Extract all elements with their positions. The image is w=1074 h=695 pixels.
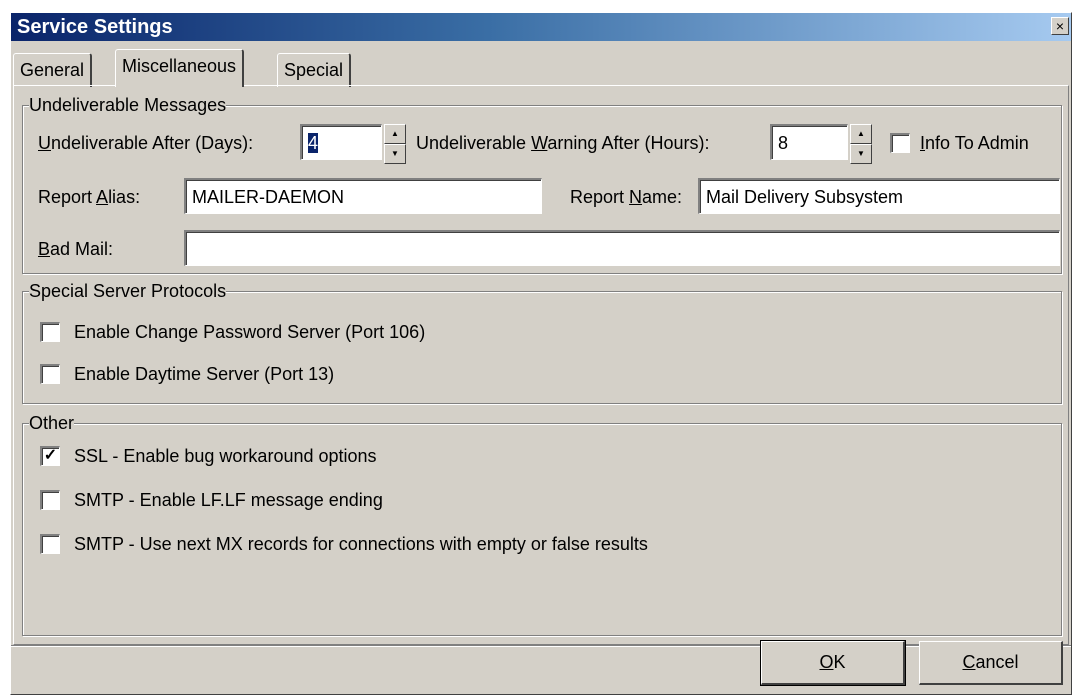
report-name-input[interactable]: Mail Delivery Subsystem — [698, 178, 1060, 214]
change-password-server-checkbox[interactable] — [40, 322, 60, 342]
tab-special[interactable]: Special — [277, 53, 352, 87]
ssl-bug-workaround-label: SSL - Enable bug workaround options — [74, 446, 377, 466]
spin-up-icon[interactable]: ▲ — [850, 124, 872, 144]
miscellaneous-panel: Undeliverable Messages Undeliverable Aft… — [13, 85, 1069, 645]
tab-miscellaneous-label: Miscellaneous — [122, 56, 237, 76]
special-server-protocols-group: Special Server Protocols — [22, 282, 1062, 404]
bad-mail-input[interactable] — [184, 230, 1060, 266]
tab-general[interactable]: General — [13, 53, 93, 87]
close-icon: × — [1055, 18, 1065, 34]
change-password-server-label: Enable Change Password Server (Port 106) — [74, 322, 426, 342]
info-to-admin-checkbox[interactable] — [890, 133, 910, 153]
report-alias-value: MAILER-DAEMON — [192, 187, 345, 207]
undeliverable-warning-label: Undeliverable Warning After (Hours): — [416, 133, 710, 153]
close-button[interactable]: × — [1051, 17, 1069, 35]
info-to-admin-label: Info To Admin — [920, 133, 1029, 153]
smtp-next-mx-label: SMTP - Use next MX records for connectio… — [74, 534, 648, 554]
ssl-bug-workaround-checkbox[interactable]: ✓ — [40, 446, 60, 466]
undeliverable-after-days-input[interactable]: 4 — [300, 124, 382, 160]
bad-mail-label: Bad Mail: — [38, 239, 114, 259]
other-legend: Other — [29, 413, 75, 433]
daytime-server-label: Enable Daytime Server (Port 13) — [74, 364, 335, 384]
smtp-next-mx-checkbox[interactable] — [40, 534, 60, 554]
button-separator — [11, 645, 1071, 647]
tab-miscellaneous[interactable]: Miscellaneous — [115, 49, 245, 87]
tab-special-label: Special — [284, 60, 344, 80]
undeliverable-after-days-spinner: ▲ ▼ — [384, 124, 406, 164]
undeliverable-warning-hours-spinner: ▲ ▼ — [850, 124, 872, 164]
title-bar[interactable]: Service Settings × — [11, 13, 1071, 41]
undeliverable-after-days-value: 4 — [308, 133, 319, 153]
spin-up-icon[interactable]: ▲ — [384, 124, 406, 144]
report-name-label: Report Name: — [570, 187, 683, 207]
ok-button[interactable]: OK — [760, 640, 906, 686]
tab-general-label: General — [20, 60, 85, 80]
undeliverable-warning-hours-input[interactable]: 8 — [770, 124, 848, 160]
spin-down-icon[interactable]: ▼ — [850, 144, 872, 164]
report-alias-input[interactable]: MAILER-DAEMON — [184, 178, 542, 214]
special-server-protocols-legend: Special Server Protocols — [29, 281, 227, 301]
window-title: Service Settings — [17, 16, 173, 38]
undeliverable-after-label: Undeliverable After (Days): — [38, 133, 254, 153]
service-settings-dialog: Service Settings × General Miscellaneous… — [10, 12, 1072, 695]
checkmark-icon: ✓ — [43, 447, 58, 464]
undeliverable-warning-hours-value: 8 — [778, 133, 789, 153]
undeliverable-messages-legend: Undeliverable Messages — [29, 95, 227, 115]
smtp-lflf-label: SMTP - Enable LF.LF message ending — [74, 490, 383, 510]
smtp-lflf-checkbox[interactable] — [40, 490, 60, 510]
spin-down-icon[interactable]: ▼ — [384, 144, 406, 164]
report-name-value: Mail Delivery Subsystem — [706, 187, 904, 207]
daytime-server-checkbox[interactable] — [40, 364, 60, 384]
report-alias-label: Report Alias: — [38, 187, 141, 207]
cancel-button[interactable]: Cancel — [919, 641, 1063, 685]
